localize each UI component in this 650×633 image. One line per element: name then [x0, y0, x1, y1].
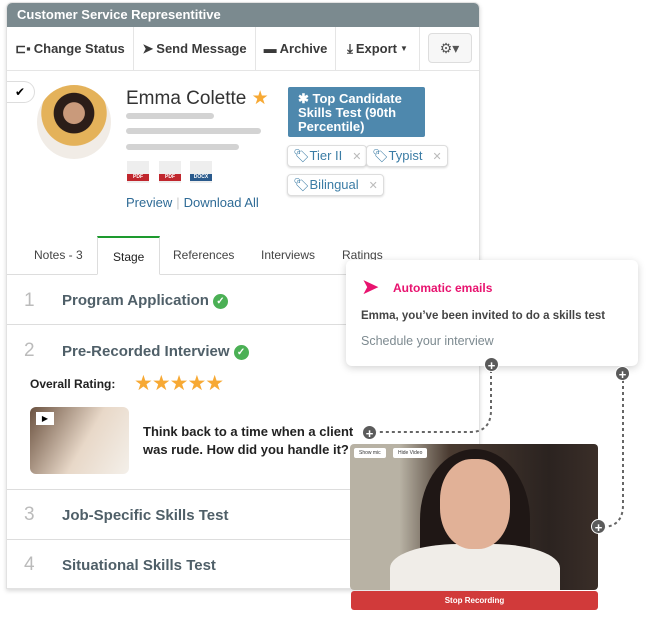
- show-mic-button[interactable]: Show mic: [354, 448, 386, 458]
- add-step-icon[interactable]: +: [591, 519, 606, 535]
- add-step-icon[interactable]: +: [362, 425, 377, 441]
- hide-video-button[interactable]: Hide Video: [393, 448, 428, 458]
- automatic-email-card: ➤ Automatic emails Emma, you’ve been inv…: [346, 260, 638, 366]
- add-step-icon[interactable]: +: [484, 357, 499, 373]
- add-step-icon[interactable]: +: [615, 366, 630, 382]
- video-recorder: Show mic Hide Video: [350, 444, 598, 590]
- stop-recording-button[interactable]: Stop Recording: [351, 591, 598, 610]
- webcam-feed: [440, 459, 510, 549]
- email-body: Schedule your interview: [361, 334, 494, 348]
- paper-plane-icon: ➤: [361, 274, 380, 299]
- card-title: Automatic emails: [393, 281, 493, 295]
- email-subject: Emma, you’ve been invited to do a skills…: [361, 310, 606, 322]
